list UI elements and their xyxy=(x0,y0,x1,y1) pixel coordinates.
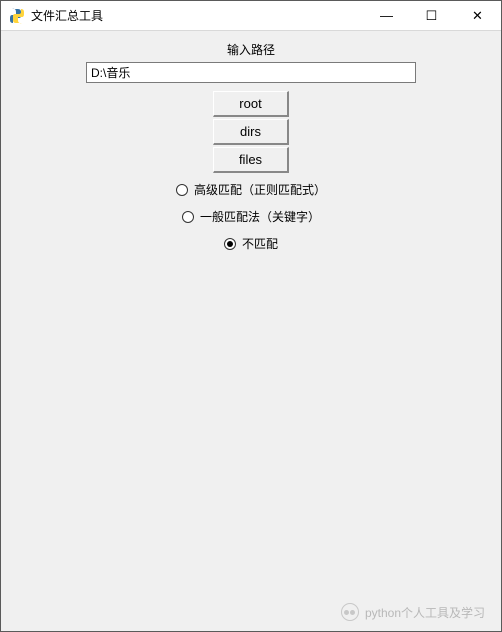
client-area: 输入路径 root dirs files 高级匹配（正则匹配式） 一般匹配法（关… xyxy=(1,31,501,631)
app-icon xyxy=(9,8,25,24)
radio-icon xyxy=(176,184,188,196)
watermark-text: python个人工具及学习 xyxy=(365,604,485,621)
wechat-icon xyxy=(341,603,359,621)
radio-icon xyxy=(182,211,194,223)
watermark: python个人工具及学习 xyxy=(341,603,485,621)
window-title: 文件汇总工具 xyxy=(31,7,364,24)
radio-none[interactable]: 不匹配 xyxy=(224,235,278,252)
radio-normal[interactable]: 一般匹配法（关键字） xyxy=(182,208,320,225)
radio-advanced[interactable]: 高级匹配（正则匹配式） xyxy=(176,181,326,198)
app-window: 文件汇总工具 — ☐ ✕ 输入路径 root dirs files 高级匹配（正… xyxy=(0,0,502,632)
match-mode-group: 高级匹配（正则匹配式） 一般匹配法（关键字） 不匹配 xyxy=(1,181,501,252)
window-controls: — ☐ ✕ xyxy=(364,1,501,30)
button-stack: root dirs files xyxy=(1,91,501,175)
radio-label: 不匹配 xyxy=(242,235,278,252)
path-row xyxy=(1,62,501,83)
radio-icon xyxy=(224,238,236,250)
close-button[interactable]: ✕ xyxy=(454,1,501,30)
files-button[interactable]: files xyxy=(213,147,289,173)
maximize-button[interactable]: ☐ xyxy=(409,1,454,30)
titlebar: 文件汇总工具 — ☐ ✕ xyxy=(1,1,501,31)
path-label: 输入路径 xyxy=(1,41,501,58)
radio-label: 高级匹配（正则匹配式） xyxy=(194,181,326,198)
path-input[interactable] xyxy=(86,62,416,83)
root-button[interactable]: root xyxy=(213,91,289,117)
radio-label: 一般匹配法（关键字） xyxy=(200,208,320,225)
minimize-button[interactable]: — xyxy=(364,1,409,30)
dirs-button[interactable]: dirs xyxy=(213,119,289,145)
